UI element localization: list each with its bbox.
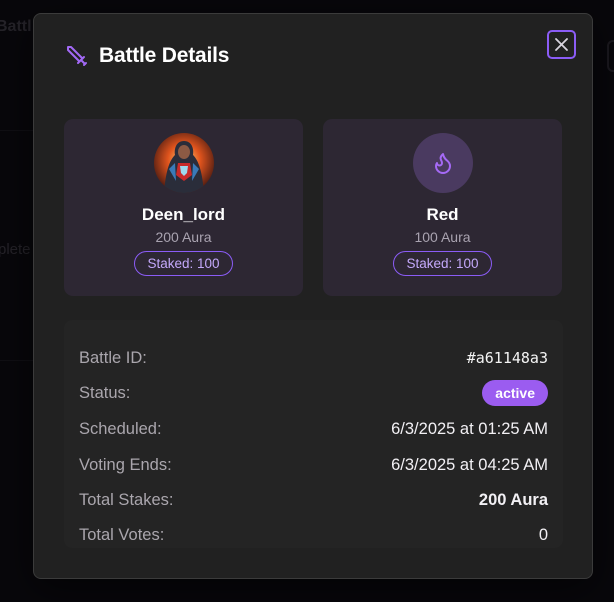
status-row: Status: active	[79, 380, 548, 406]
close-icon	[554, 37, 569, 52]
close-button[interactable]	[547, 30, 576, 59]
scheduled-label: Scheduled:	[79, 419, 162, 438]
total-stakes-row: Total Stakes: 200 Aura	[79, 488, 548, 512]
hero-avatar	[153, 133, 214, 193]
status-label: Status:	[79, 383, 131, 402]
scheduled-value: 6/3/2025 at 01:25 AM	[391, 419, 548, 438]
player-card-1: Deen_lord 200 Aura Staked: 100	[64, 119, 303, 296]
status-badge: active	[482, 380, 548, 406]
flame-icon	[431, 151, 455, 175]
battle-details-modal: Battle Details Deen_lord 200 Aura Staked…	[33, 13, 593, 579]
player-name: Red	[426, 205, 459, 224]
battle-id-label: Battle ID:	[79, 348, 147, 367]
player-stake-badge: Staked: 100	[134, 251, 233, 276]
total-votes-row: Total Votes: 0	[79, 523, 548, 547]
voting-ends-label: Voting Ends:	[79, 455, 172, 474]
battle-details-panel: Battle ID: #a61148a3 Status: active Sche…	[64, 320, 563, 548]
voting-ends-value: 6/3/2025 at 04:25 AM	[391, 455, 548, 474]
player-aura: 100 Aura	[414, 229, 471, 245]
total-votes-value: 0	[538, 525, 548, 544]
player-aura: 200 Aura	[155, 229, 212, 245]
players-section: Deen_lord 200 Aura Staked: 100 Red 100 A…	[64, 119, 563, 297]
scheduled-row: Scheduled: 6/3/2025 at 01:25 AM	[79, 417, 548, 441]
voting-ends-row: Voting Ends: 6/3/2025 at 04:25 AM	[79, 453, 548, 477]
modal-title: Battle Details	[99, 44, 230, 67]
player-card-2: Red 100 Aura Staked: 100	[323, 119, 562, 296]
player-name: Deen_lord	[141, 205, 226, 224]
total-votes-label: Total Votes:	[79, 525, 165, 544]
battle-id-row: Battle ID: #a61148a3	[79, 346, 548, 370]
total-stakes-value: 200 Aura	[478, 490, 548, 509]
modal-header: Battle Details	[65, 44, 229, 68]
sword-icon	[65, 44, 89, 68]
player-avatar	[412, 133, 473, 193]
player-stake-badge: Staked: 100	[393, 251, 492, 276]
total-stakes-label: Total Stakes:	[79, 490, 174, 509]
battle-id-value: #a61148a3	[466, 349, 548, 367]
